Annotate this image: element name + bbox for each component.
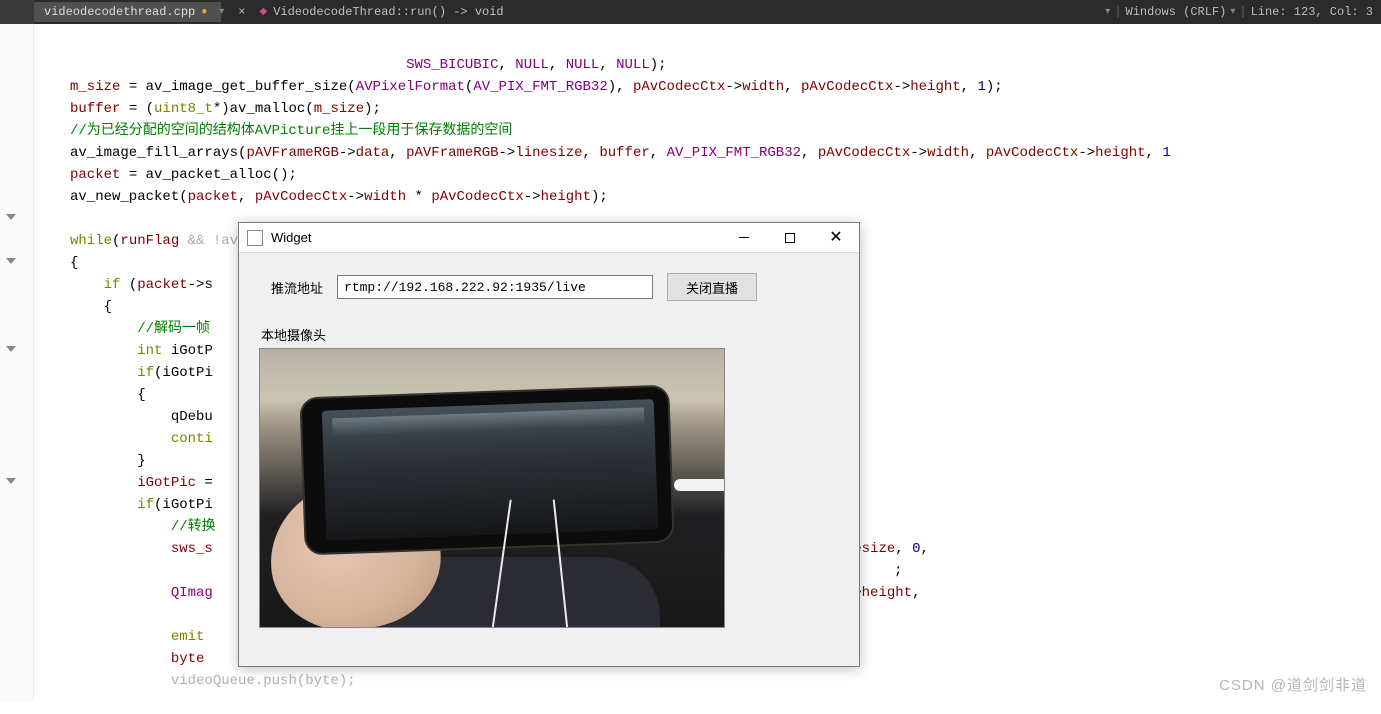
fold-marker-icon[interactable]	[6, 258, 16, 264]
fold-marker-icon[interactable]	[6, 214, 16, 220]
line-ending[interactable]: Windows (CRLF)	[1126, 5, 1227, 19]
tab-dropdown-icon[interactable]: ▾	[219, 6, 224, 18]
close-stream-button[interactable]: 关闭直播	[667, 273, 757, 301]
close-icon: ✕	[829, 230, 842, 246]
camera-label: 本地摄像头	[261, 325, 839, 344]
status-right: ▾ | Windows (CRLF) ▾ | Line: 123, Col: 3	[1105, 5, 1381, 19]
maximize-button[interactable]	[767, 223, 813, 253]
dialog-body: 推流地址 关闭直播 本地摄像头	[239, 253, 859, 642]
tab-close-icon[interactable]: ×	[232, 5, 251, 19]
method-icon: ◆	[259, 6, 267, 18]
fold-gutter[interactable]	[0, 24, 34, 701]
stream-url-label: 推流地址	[259, 278, 323, 297]
fold-marker-icon[interactable]	[6, 346, 16, 352]
line-ending-dropdown-icon[interactable]: ▾	[1230, 6, 1235, 18]
tab-bar: videodecodethread.cpp ● ▾ × ◆ Videodecod…	[0, 0, 1381, 24]
breadcrumb[interactable]: ◆ VideodecodeThread::run() -> void	[251, 5, 1105, 19]
window-title: Widget	[271, 230, 721, 245]
file-tab[interactable]: videodecodethread.cpp ●	[34, 2, 221, 22]
watermark: CSDN @道剑剑非道	[1219, 674, 1367, 695]
modified-dot-icon: ●	[201, 7, 207, 18]
breadcrumb-dropdown-icon[interactable]: ▾	[1105, 6, 1110, 18]
widget-window: Widget ✕ 推流地址 关闭直播 本地摄像头	[238, 222, 860, 667]
tab-gutter	[0, 0, 34, 24]
minimize-button[interactable]	[721, 223, 767, 253]
fold-marker-icon[interactable]	[6, 478, 16, 484]
file-tab-label: videodecodethread.cpp	[44, 5, 195, 19]
cursor-position: Line: 123, Col: 3	[1251, 5, 1373, 19]
camera-preview	[259, 348, 725, 628]
stream-url-input[interactable]	[337, 275, 653, 299]
titlebar[interactable]: Widget ✕	[239, 223, 859, 253]
close-button[interactable]: ✕	[813, 223, 859, 253]
app-icon	[247, 230, 263, 246]
breadcrumb-label: VideodecodeThread::run() -> void	[273, 5, 503, 19]
